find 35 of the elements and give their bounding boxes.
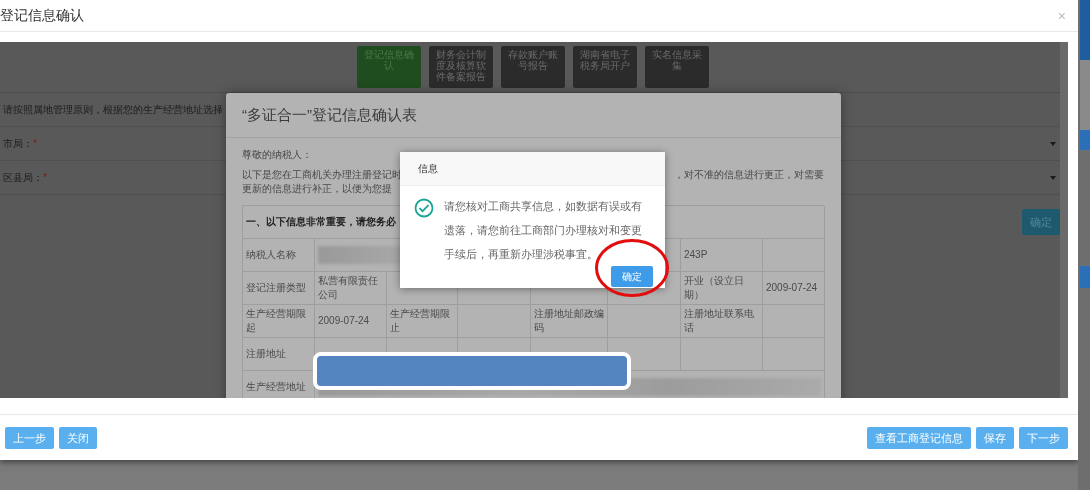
field-label: 注册地址联系电话	[684, 307, 755, 335]
intro-text: 更新的信息进行补正，以便为您提	[242, 183, 392, 194]
dropdown-arrow-icon[interactable]	[1050, 175, 1056, 180]
window-title: 登记信息确认	[0, 6, 84, 25]
field-value: 243P	[684, 248, 708, 262]
dialog-title: “多证合一”登记信息确认表	[242, 105, 417, 125]
footer-button[interactable]: 下一步	[1019, 427, 1068, 449]
section-title: 一、以下信息非常重要，请您务必	[246, 215, 396, 229]
field-label: 生产经营期限止	[390, 307, 451, 335]
footer-button[interactable]: 上一步	[5, 427, 54, 449]
footer-button[interactable]: 保存	[976, 427, 1014, 449]
field-value: 2009-07-24	[318, 314, 370, 328]
intro-text: ，对不准的信息进行更正，对需要	[674, 168, 824, 182]
check-circle-icon	[414, 198, 434, 218]
greeting-text: 尊敬的纳税人：	[242, 148, 313, 162]
field-label: 注册地址邮政编码	[534, 307, 604, 335]
dialog-title: 信息	[418, 161, 438, 176]
required-mark: *	[43, 171, 47, 183]
message-text: 请您核对工商共享信息，如数据有误或有遗落，请您前往工商部门办理核对和变更手续后，再重新办理涉税事宜。	[444, 199, 643, 262]
field-label: 登记注册类型	[246, 281, 306, 295]
field-value: 私营有限责任公司	[318, 274, 379, 302]
scrollbar[interactable]	[1060, 42, 1068, 398]
field-label: 纳税人名称	[246, 248, 296, 262]
field-label: 注册地址	[246, 347, 286, 361]
required-mark: *	[33, 137, 37, 149]
field-value: 2009-07-24	[766, 281, 818, 295]
footer-button[interactable]: 查看工商登记信息	[867, 427, 971, 449]
ok-button[interactable]: 确定	[611, 266, 653, 287]
field-label: 生产经营地址	[246, 380, 306, 394]
footer-button[interactable]: 关闭	[59, 427, 97, 449]
field-label: 开业（设立日期）	[684, 274, 745, 302]
intro-text: 以下是您在工商机关办理注册登记时	[242, 168, 402, 182]
field-label: 生产经营期限起	[246, 307, 307, 335]
dropdown-arrow-icon[interactable]	[1050, 141, 1056, 146]
close-button[interactable]: ×	[1057, 7, 1066, 24]
